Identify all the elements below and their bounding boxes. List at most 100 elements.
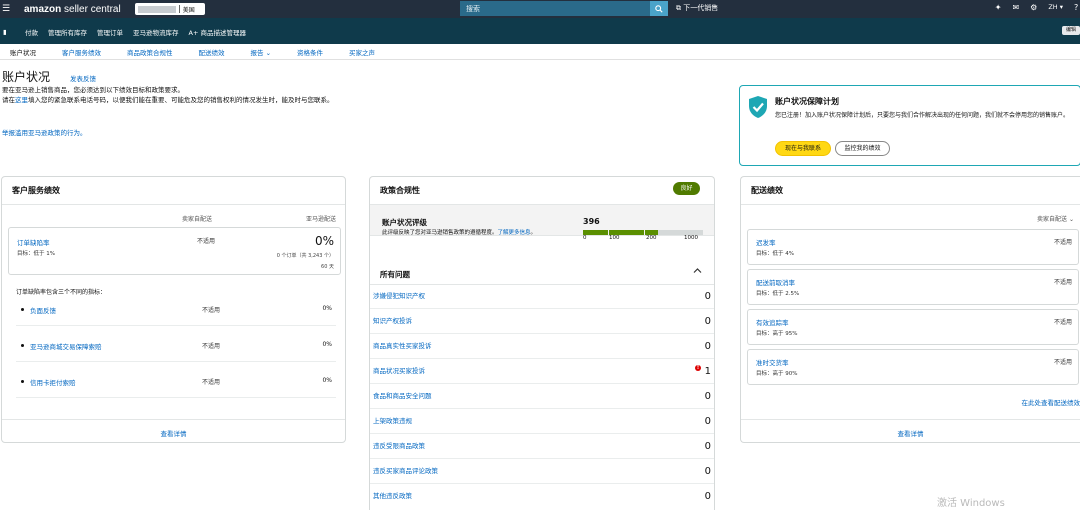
odr-link[interactable]: 订单缺陷率	[17, 237, 50, 247]
gear-icon[interactable]: ⚙	[1030, 3, 1037, 12]
nav-manage-inventory[interactable]: 管理所有库存	[48, 27, 87, 37]
ahr-tick: 1000	[684, 235, 698, 241]
nav-manage-orders[interactable]: 管理订单	[97, 27, 123, 37]
a-to-z-claims-link[interactable]: 亚马逊商城交易保障索赔	[30, 341, 102, 351]
shield-check-icon	[749, 96, 767, 118]
shipping-performance-card: 配送绩效 卖家自配送 ⌄ 迟发率 目标：低于 4% 不适用 配送前取消率 目标：…	[740, 176, 1080, 443]
policy-compliance-card: 政策合规性 良好 账户状况评级 此评级反映了您对亚马逊销售政策的遵循程度。了解更…	[369, 176, 715, 510]
list-item: 负面反馈 不适用 0%	[2, 304, 345, 318]
sparkle-icon[interactable]: ✦	[995, 3, 1002, 12]
cancel-rate-link[interactable]: 配送前取消率	[756, 277, 795, 287]
table-row: 上架政策违规 0	[370, 410, 714, 434]
amazon-logo[interactable]: amazon seller central	[24, 4, 121, 15]
shipping-details-link[interactable]: 查看详情	[741, 428, 1080, 438]
issue-link[interactable]: 违反受限商品政策	[373, 440, 425, 450]
ahr-tick: 200	[646, 235, 657, 241]
tab-eligibility[interactable]: 资格条件	[297, 47, 323, 57]
health-tabs: 账户状况 客户服务绩效 商品政策合规性 配送绩效 报告 ⌄ 资格条件 买家之声	[0, 44, 1080, 60]
search-button[interactable]	[650, 1, 668, 16]
col-fba: 亚马逊配送	[305, 216, 336, 223]
language-selector[interactable]: ZH ▾	[1048, 3, 1063, 12]
nav-payments[interactable]: 付款	[25, 27, 38, 37]
search-input[interactable]	[460, 1, 650, 16]
nav-aplus-manager[interactable]: A+ 商品描述管理器	[189, 27, 246, 37]
seller-fulfilled-dropdown[interactable]: 卖家自配送 ⌄	[1037, 214, 1074, 223]
customer-service-card: 客户服务绩效 卖家自配送 亚马逊配送 订单缺陷率 目标：低于 1% 不适用 0%…	[1, 176, 346, 443]
windows-activation-watermark: 激活 Windows	[937, 498, 1005, 509]
mail-icon[interactable]: ✉	[1012, 3, 1019, 12]
intro-text: 要在亚马逊上销售商品，您必须达到以下绩效目标和政策要求。 请在这里填入您的紧急联…	[2, 86, 334, 104]
issue-link[interactable]: 涉嫌侵犯知识产权	[373, 290, 425, 300]
tab-shipping[interactable]: 配送绩效	[199, 47, 225, 57]
table-row: 知识产权投诉 0	[370, 310, 714, 334]
ahr-description: 此评级反映了您对亚马逊销售政策的遵循程度。了解更多信息。	[382, 230, 537, 236]
issue-link[interactable]: 食品和商品安全问题	[373, 390, 432, 400]
ahr-score: 396	[583, 217, 600, 226]
status-badge: 良好	[673, 182, 700, 195]
odr-target: 目标：低于 1%	[17, 251, 55, 257]
list-item: 迟发率 目标：低于 4% 不适用	[747, 229, 1079, 265]
customer-service-details-link[interactable]: 查看详情	[2, 428, 345, 438]
issue-link[interactable]: 上架政策违规	[373, 415, 412, 425]
issue-link[interactable]: 商品真实性买家投诉	[373, 340, 432, 350]
chargeback-claims-link[interactable]: 信用卡拒付索赔	[30, 377, 76, 387]
view-shipping-performance-link[interactable]: 在此处查看配送绩效	[1022, 397, 1080, 407]
tab-account-health[interactable]: 账户状况	[10, 47, 36, 57]
next-gen-selling-link[interactable]: ⧉ 下一代销售	[676, 3, 718, 13]
all-issues-header[interactable]: 所有问题	[370, 261, 714, 285]
chevron-down-icon: ⌄	[265, 48, 272, 57]
alert-icon: !	[695, 365, 701, 371]
report-abuse-link[interactable]: 举报滥用亚马逊政策的行为。	[2, 127, 87, 137]
bookmark-bar: ▮ 付款 管理所有库存 管理订单 亚马逊物流库存 A+ 商品描述管理器 编辑	[0, 18, 1080, 44]
bookmark-icon[interactable]: ▮	[3, 28, 15, 36]
table-row: 食品和商品安全问题 0	[370, 385, 714, 409]
odr-sub-intro: 订单缺陷率包含三个不同的指标：	[16, 289, 107, 296]
top-bar: ☰ amazon seller central 美国 ⧉ 下一代销售 ✦ ✉ ⚙…	[0, 0, 1080, 18]
late-shipment-rate-link[interactable]: 迟发率	[756, 237, 776, 247]
help-icon[interactable]: ?	[1074, 3, 1080, 12]
negative-feedback-link[interactable]: 负面反馈	[30, 305, 56, 315]
account-health-assurance-card: 账户状况保障计划 您已注册！加入账户状况保障计划后，只要您与我们合作解决出现的任…	[739, 85, 1080, 166]
issue-link[interactable]: 商品状况买家投诉	[373, 365, 425, 375]
marketplace-label: 美国	[182, 6, 195, 14]
monitor-performance-button[interactable]: 监控我的绩效	[835, 141, 890, 156]
edit-bookmarks-button[interactable]: 编辑	[1062, 26, 1080, 35]
store-name-redacted	[137, 5, 176, 13]
contact-me-button[interactable]: 现在与我联系	[775, 141, 831, 156]
chevron-down-icon: ⌄	[1068, 216, 1074, 223]
list-item: 有效追踪率 目标：高于 95% 不适用	[747, 309, 1079, 345]
tab-voice-of-customer[interactable]: 买家之声	[349, 47, 375, 57]
odr-period: 60 天	[321, 264, 334, 270]
table-row: 商品状况买家投诉 ! 1	[370, 360, 714, 384]
ahr-title: 账户状况评级	[382, 218, 427, 227]
table-row: 违反买家商品评论政策 0	[370, 460, 714, 484]
search-bar	[460, 1, 668, 16]
store-selector[interactable]: 美国	[134, 3, 205, 15]
ahr-tick: 0	[583, 235, 587, 241]
issue-link[interactable]: 其他违反政策	[373, 490, 412, 500]
table-row: 违反受限商品政策 0	[370, 435, 714, 459]
odr-fba-value: 0%	[314, 234, 334, 248]
feedback-link[interactable]: 发表反馈	[70, 73, 96, 83]
external-link-icon: ⧉	[676, 4, 681, 12]
tab-product-policy[interactable]: 商品政策合规性	[127, 47, 173, 57]
valid-tracking-rate-link[interactable]: 有效追踪率	[756, 317, 789, 327]
nav-fba-inventory[interactable]: 亚马逊物流库存	[133, 27, 179, 37]
emergency-contact-link[interactable]: 这里	[15, 96, 28, 104]
table-row: 涉嫌侵犯知识产权 0	[370, 285, 714, 309]
learn-more-link[interactable]: 了解更多信息	[498, 230, 531, 236]
table-row: 商品真实性买家投诉 0	[370, 335, 714, 359]
customer-service-title: 客户服务绩效	[12, 186, 60, 195]
issue-link[interactable]: 知识产权投诉	[373, 315, 412, 325]
on-time-delivery-rate-link[interactable]: 准时交货率	[756, 357, 789, 367]
list-item: 准时交货率 目标：高于 90% 不适用	[747, 349, 1079, 385]
tab-reports[interactable]: 报告 ⌄	[251, 47, 272, 57]
menu-icon[interactable]: ☰	[2, 4, 16, 14]
issue-link[interactable]: 违反买家商品评论政策	[373, 465, 438, 475]
list-item: 亚马逊商城交易保障索赔 不适用 0%	[2, 340, 345, 354]
tab-customer-service[interactable]: 客户服务绩效	[62, 47, 101, 57]
list-item: 信用卡拒付索赔 不适用 0%	[2, 376, 345, 390]
odr-row: 订单缺陷率 目标：低于 1% 不适用 0% 0 个订单（共 3,243 个） 6…	[8, 227, 341, 275]
list-item: 配送前取消率 目标：低于 2.5% 不适用	[747, 269, 1079, 305]
assurance-title: 账户状况保障计划	[775, 97, 839, 106]
